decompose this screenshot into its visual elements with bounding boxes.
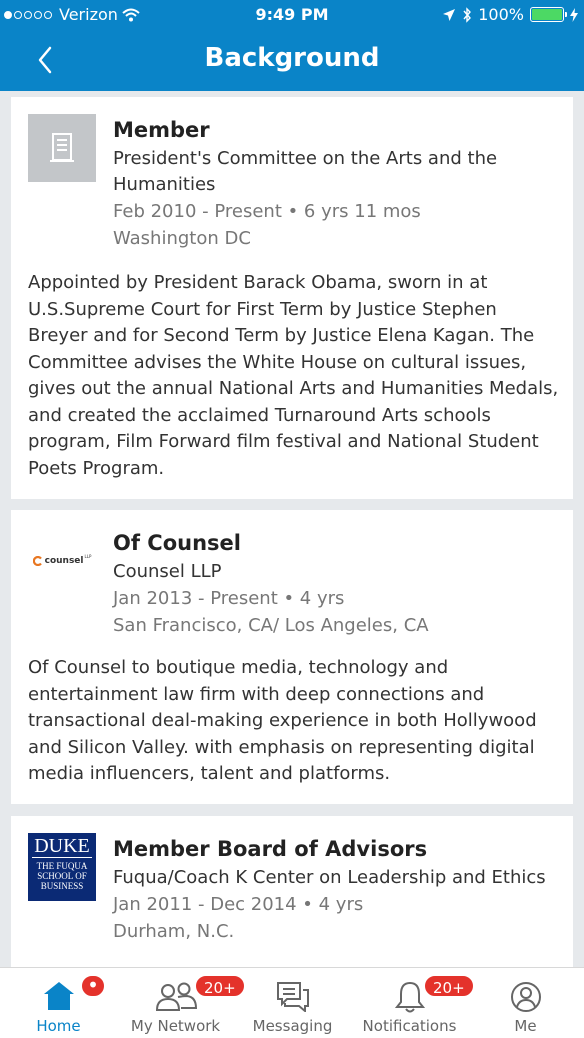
tab-label: Me (514, 1017, 537, 1035)
counsel-logo-text: counsel (44, 556, 84, 566)
position-location: San Francisco, CA/ Los Angeles, CA (113, 615, 429, 636)
tab-my-network[interactable]: 20+ My Network (117, 968, 246, 1038)
nav-bar: Background (0, 30, 584, 91)
position-role: Member Board of Advisors (113, 837, 428, 861)
position-location: Durham, N.C. (113, 921, 235, 942)
battery-percent: 100% (478, 5, 524, 24)
bell-icon (394, 981, 425, 1013)
messaging-icon (276, 982, 309, 1012)
location-arrow-icon (443, 8, 456, 21)
position-card[interactable]: DUKE THE FUQUA SCHOOL OF BUSINESS Member… (11, 816, 573, 976)
position-info: Of Counsel Counsel LLP Jan 2013 - Presen… (113, 530, 561, 639)
counsel-c-icon (32, 556, 42, 566)
network-icon (155, 982, 197, 1011)
tab-notifications[interactable]: 20+ Notifications (351, 968, 475, 1038)
position-info: Member Board of Advisors Fuqua/Coach K C… (113, 836, 561, 945)
battery-icon (530, 7, 567, 22)
position-description: Of Counsel to boutique media, technology… (28, 657, 537, 784)
page-title: Background (204, 43, 380, 73)
tab-label: Notifications (362, 1017, 457, 1035)
home-badge: • (80, 974, 106, 998)
status-bar: Verizon 9:49 PM 100% (0, 0, 584, 30)
profile-icon (510, 982, 541, 1012)
charging-bolt-icon (570, 7, 578, 22)
counsel-logo-suffix: LLP (84, 554, 92, 559)
position-org: President's Committee on the Arts and th… (113, 148, 498, 195)
top-bar: Verizon 9:49 PM 100% Background (0, 0, 584, 91)
tab-label: My Network (130, 1017, 221, 1035)
bluetooth-icon (463, 6, 472, 23)
company-logo: counsel LLP (28, 527, 96, 595)
company-logo (28, 114, 96, 182)
position-org: Counsel LLP (113, 561, 222, 582)
duke-logo-title: DUKE (32, 835, 92, 858)
company-logo: DUKE THE FUQUA SCHOOL OF BUSINESS (28, 833, 96, 901)
building-icon (50, 133, 74, 162)
position-location: Washington DC (113, 228, 251, 249)
tab-label: Home (36, 1017, 81, 1035)
position-dates: Feb 2010 - Present • 6 yrs 11 mos (113, 201, 421, 222)
position-dates: Jan 2013 - Present • 4 yrs (113, 588, 345, 609)
position-role: Member (113, 118, 210, 142)
position-dates: Jan 2011 - Dec 2014 • 4 yrs (113, 894, 364, 915)
position-info: Member President's Committee on the Arts… (113, 117, 561, 252)
position-org: Fuqua/Coach K Center on Leadership and E… (113, 867, 546, 888)
tab-label: Messaging (252, 1017, 333, 1035)
duke-logo-subtitle: THE FUQUA SCHOOL OF BUSINESS (36, 861, 88, 891)
status-right: 100% (442, 5, 578, 24)
tab-bar: • Home 20+ My Network Messaging 20+ Noti… (0, 967, 584, 1038)
tab-messaging[interactable]: Messaging (234, 968, 351, 1038)
tab-me[interactable]: Me (467, 968, 584, 1038)
position-card[interactable]: Member President's Committee on the Arts… (11, 97, 573, 499)
position-card[interactable]: counsel LLP Of Counsel Counsel LLP Jan 2… (11, 510, 573, 804)
home-icon (43, 982, 74, 1010)
position-description: Appointed by President Barack Obama, swo… (28, 272, 559, 479)
tab-home[interactable]: • Home (0, 968, 117, 1038)
position-role: Of Counsel (113, 531, 241, 555)
